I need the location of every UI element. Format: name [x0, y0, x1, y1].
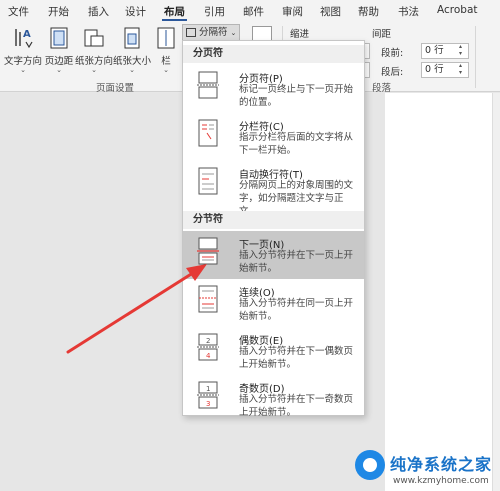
chevron-down-icon: ⌄ — [20, 66, 26, 74]
tab-home[interactable]: 开始 — [48, 4, 69, 19]
menu-item-continuous[interactable]: 连续(O) 插入分节符并在同一页上开始新节。 — [183, 279, 364, 327]
text-wrapping-break-icon — [198, 167, 218, 195]
watermark-url: www.kzmyhome.com — [393, 476, 489, 486]
odd-page-section-break-icon: 1 3 — [197, 381, 219, 409]
svg-text:4: 4 — [206, 352, 211, 360]
menu-item-text-wrapping-break[interactable]: 自动换行符(T) 分隔网页上的对象周围的文字，如分隔题注文字与正文。 — [183, 161, 364, 217]
menu-item-even-page[interactable]: 2 4 偶数页(E) 插入分节符并在下一偶数页上开始新节。 — [183, 327, 364, 375]
orientation-label: 纸张方向 — [75, 56, 114, 67]
breaks-icon — [186, 28, 196, 37]
size-label: 纸张大小 — [113, 56, 152, 67]
svg-text:3: 3 — [206, 400, 210, 408]
tab-design[interactable]: 设计 — [125, 4, 146, 19]
columns-icon — [157, 27, 175, 49]
columns-button[interactable]: 栏 ⌄ — [154, 26, 178, 74]
text-direction-icon: A — [15, 29, 33, 49]
page-setup-group-label: 页面设置 — [96, 83, 135, 94]
columns-label: 栏 — [161, 56, 171, 67]
tab-review[interactable]: 审阅 — [282, 4, 303, 19]
spacing-label: 间距 — [372, 29, 392, 40]
chevron-down-icon: ⌄ — [230, 29, 237, 37]
svg-text:1: 1 — [206, 385, 210, 393]
chevron-down-icon: ⌄ — [129, 66, 135, 74]
indent-label: 缩进 — [290, 29, 310, 40]
ribbon-tab-bar: 文件 开始 插入 设计 布局 引用 邮件 审阅 视图 帮助 书法 Acrobat — [0, 0, 500, 22]
spacing-after-label: 段后: — [381, 67, 404, 78]
page-break-icon — [197, 71, 219, 99]
margins-label: 页边距 — [44, 56, 74, 67]
watermark: 纯净系统之家 www.kzmyhome.com — [355, 448, 500, 491]
spacing-after-field[interactable]: 0 行 — [421, 62, 469, 78]
breaks-label: 分隔符 — [199, 27, 228, 38]
column-break-icon — [198, 119, 218, 147]
size-button[interactable]: 纸张大小 ⌄ — [113, 26, 151, 74]
paragraph-group-label: 段落 — [372, 83, 392, 94]
tab-layout[interactable]: 布局 — [162, 4, 187, 21]
tab-references[interactable]: 引用 — [204, 4, 225, 19]
group-divider — [475, 26, 476, 88]
text-direction-label: 文字方向 — [4, 56, 43, 67]
menu-item-desc: 插入分节符并在下一奇数页上开始新节。 — [239, 394, 354, 418]
chevron-down-icon: ⌄ — [163, 66, 169, 74]
orientation-button[interactable]: 纸张方向 ⌄ — [75, 26, 113, 74]
tab-file[interactable]: 文件 — [8, 4, 29, 19]
tab-view[interactable]: 视图 — [320, 4, 341, 19]
continuous-section-break-icon — [198, 285, 218, 313]
orientation-icon — [84, 29, 104, 47]
menu-item-next-page[interactable]: 下一页(N) 插入分节符并在下一页上开始新节。 — [183, 231, 364, 279]
document-page[interactable] — [385, 93, 500, 491]
spacing-before-label: 段前: — [381, 48, 404, 59]
margins-icon — [50, 27, 68, 49]
menu-item-desc: 插入分节符并在下一页上开始新节。 — [239, 250, 354, 274]
tab-mailings[interactable]: 邮件 — [243, 4, 264, 19]
tab-acrobat[interactable]: Acrobat — [437, 4, 478, 16]
menu-item-desc: 指示分栏符后面的文字将从下一栏开始。 — [239, 132, 354, 156]
svg-text:2: 2 — [206, 337, 210, 345]
tab-calligraphy[interactable]: 书法 — [398, 4, 419, 19]
text-direction-button[interactable]: A 文字方向 ⌄ — [4, 26, 42, 74]
section-breaks-header: 分节符 — [183, 211, 364, 229]
chevron-down-icon: ⌄ — [91, 66, 97, 74]
watermark-title: 纯净系统之家 — [390, 455, 493, 474]
even-page-section-break-icon: 2 4 — [197, 333, 219, 361]
menu-item-desc: 插入分节符并在下一偶数页上开始新节。 — [239, 346, 354, 370]
svg-text:A: A — [23, 29, 31, 40]
menu-item-page-break[interactable]: 分页符(P) 标记一页终止与下一页开始的位置。 — [183, 65, 364, 113]
vertical-scrollbar[interactable] — [492, 93, 500, 491]
paper-size-icon — [124, 27, 140, 49]
page-breaks-header: 分页符 — [183, 45, 364, 63]
spacing-before-field[interactable]: 0 行 — [421, 43, 469, 59]
margins-button[interactable]: 页边距 ⌄ — [43, 26, 75, 74]
watermark-logo-icon — [355, 450, 385, 480]
menu-item-odd-page[interactable]: 1 3 奇数页(D) 插入分节符并在下一奇数页上开始新节。 — [183, 375, 364, 423]
tab-insert[interactable]: 插入 — [88, 4, 109, 19]
menu-item-column-break[interactable]: 分栏符(C) 指示分栏符后面的文字将从下一栏开始。 — [183, 113, 364, 161]
menu-item-desc: 插入分节符并在同一页上开始新节。 — [239, 298, 354, 322]
next-page-section-break-icon — [197, 237, 219, 265]
tab-help[interactable]: 帮助 — [358, 4, 379, 19]
breaks-button[interactable]: 分隔符 ⌄ — [182, 24, 240, 41]
chevron-down-icon: ⌄ — [56, 66, 62, 74]
breaks-dropdown-menu: 分页符 分页符(P) 标记一页终止与下一页开始的位置。 分栏符(C) 指示分栏符… — [182, 40, 365, 418]
menu-item-desc: 标记一页终止与下一页开始的位置。 — [239, 84, 354, 108]
